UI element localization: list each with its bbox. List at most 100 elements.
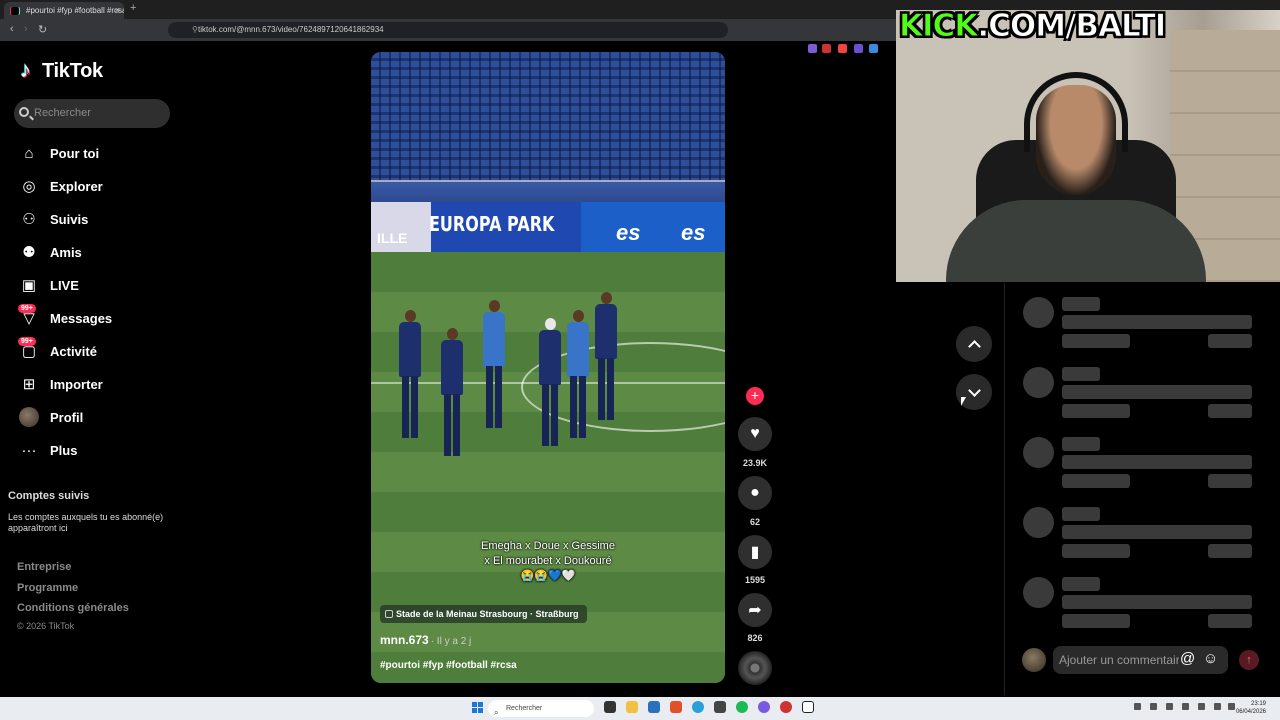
previous-video-button[interactable]	[956, 326, 992, 362]
player-figure	[399, 310, 421, 440]
comment-input[interactable]	[1059, 651, 1179, 669]
arrow-up-icon: ↑	[1246, 654, 1252, 666]
emoji-icon[interactable]: ☺	[1203, 650, 1218, 667]
comment-input-box[interactable]: @ ☺	[1053, 646, 1228, 674]
sidebar-item-label: Pour toi	[50, 145, 100, 161]
app-icon[interactable]	[758, 701, 770, 713]
send-comment-button[interactable]: ↑	[1239, 650, 1259, 670]
upload-icon: ⊞	[22, 376, 36, 393]
tray-icon[interactable]	[1182, 703, 1189, 710]
chevron-down-icon	[967, 383, 981, 397]
forward-icon[interactable]: ›	[24, 23, 28, 35]
comment-bubble-icon: ●	[750, 484, 760, 501]
sidebar-item-pour-toi[interactable]: ⌂ Pour toi	[18, 139, 178, 167]
save-button[interactable]: ▮	[738, 535, 772, 569]
logo-text: TikTok	[42, 60, 103, 82]
player-figure	[567, 310, 589, 440]
tray-icon[interactable]	[1166, 703, 1173, 710]
sidebar-item-label: Activité	[50, 343, 97, 359]
footer-link-conditions[interactable]: Conditions générales	[17, 602, 129, 614]
sidebar-item-importer[interactable]: ⊞ Importer	[18, 370, 178, 398]
url-text: tiktok.com/@mnn.673/video/76248971206418…	[198, 25, 384, 34]
streamer-body	[946, 200, 1206, 282]
new-tab-button[interactable]: +	[130, 2, 136, 14]
address-bar[interactable]: ⚲ tiktok.com/@mnn.673/video/762489712064…	[168, 22, 728, 38]
footer-link-programme[interactable]: Programme	[17, 582, 78, 594]
notion-icon[interactable]	[802, 701, 814, 713]
follow-button[interactable]: +	[746, 387, 764, 405]
sidebar-item-explorer[interactable]: ◎ Explorer	[18, 172, 178, 200]
comment-button[interactable]: ●	[738, 476, 772, 510]
comment-skeleton	[1023, 367, 1263, 427]
tab-close-icon[interactable]: ×	[115, 2, 120, 19]
windows-start-icon[interactable]	[472, 702, 483, 713]
more-icon: ···	[21, 441, 37, 459]
extension-icon[interactable]	[869, 44, 878, 53]
share-button[interactable]: ➦	[738, 593, 772, 627]
webcam-overlay	[896, 10, 1280, 282]
copyright: © 2026 TikTok	[17, 621, 75, 631]
sidebar-item-label: Plus	[50, 442, 78, 458]
sidebar-item-amis[interactable]: ⚉ Amis	[18, 238, 178, 266]
clock-time: 23:19	[1250, 701, 1266, 707]
taskbar-search[interactable]: ⌕ Rechercher	[488, 700, 594, 717]
notification-badge: 99+	[18, 337, 36, 346]
app-icon[interactable]	[648, 701, 660, 713]
extension-icon[interactable]	[838, 44, 847, 53]
brave-icon[interactable]	[670, 701, 682, 713]
location-tag[interactable]: Stade de la Meinau Strasbourg · Straßbur…	[380, 605, 587, 623]
tray-icon[interactable]	[1228, 703, 1235, 710]
search-bar[interactable]	[14, 99, 170, 128]
mention-icon[interactable]: @	[1180, 650, 1195, 667]
telegram-icon[interactable]	[692, 701, 704, 713]
app-icon[interactable]	[780, 701, 792, 713]
footer-link-entreprise[interactable]: Entreprise	[17, 561, 71, 573]
file-explorer-icon[interactable]	[626, 701, 638, 713]
author-name[interactable]: mnn.673	[380, 633, 429, 647]
reload-icon[interactable]: ↻	[38, 23, 47, 36]
search-input[interactable]	[34, 104, 164, 122]
video-author[interactable]: mnn.673 · Il y a 2 j	[380, 633, 471, 647]
avatar	[19, 407, 39, 427]
sidebar-item-messages[interactable]: ▽ 99+ Messages	[18, 304, 178, 332]
music-disc-icon[interactable]	[738, 651, 772, 685]
search-icon[interactable]	[19, 107, 29, 117]
sidebar-item-plus[interactable]: ··· Plus	[18, 436, 178, 464]
video-player[interactable]: ILLE EUROPA PARK es es Emegha x Doue x G…	[371, 52, 725, 683]
sidebar-item-profil[interactable]: Profil	[18, 403, 178, 431]
tray-icon[interactable]	[1134, 703, 1141, 710]
video-caption: Emegha x Doue x Gessime x El mourabet x …	[371, 539, 725, 584]
share-count: 826	[747, 633, 763, 643]
caption-line: x El mourabet x Doukouré	[484, 555, 612, 567]
extension-icon[interactable]	[822, 44, 831, 53]
comment-skeleton	[1023, 297, 1263, 357]
site-info-icon[interactable]: ⚲	[192, 22, 198, 38]
extension-icon[interactable]	[808, 44, 817, 53]
app-icon[interactable]	[714, 701, 726, 713]
video-hashtags[interactable]: #pourtoi #fyp #football #rcsa	[380, 660, 517, 671]
spotify-icon[interactable]	[736, 701, 748, 713]
bookmark-icon: ▮	[750, 544, 760, 561]
compass-icon: ◎	[22, 178, 36, 195]
taskbar-clock[interactable]: 23:19 06/04/2026	[1236, 700, 1266, 716]
user-follow-icon: ⚇	[22, 211, 36, 228]
headset	[1024, 72, 1128, 152]
tray-icon[interactable]	[1198, 703, 1205, 710]
task-view-icon[interactable]	[604, 701, 616, 713]
tray-icon[interactable]	[1150, 703, 1157, 710]
sidebar-item-live[interactable]: ▣ LIVE	[18, 271, 178, 299]
comment-skeleton	[1023, 507, 1263, 567]
screen: #pourtoi #fyp #football #rcsa × + ‹ › ↻ …	[0, 0, 1280, 720]
ad-text: es	[616, 220, 641, 245]
tiktok-logo[interactable]: TikTok	[20, 57, 103, 83]
sidebar-item-suivis[interactable]: ⚇ Suivis	[18, 205, 178, 233]
sidebar-item-activite[interactable]: ▢ 99+ Activité	[18, 337, 178, 365]
browser-tab[interactable]: #pourtoi #fyp #football #rcsa ×	[4, 2, 124, 19]
followed-accounts-heading: Comptes suivis	[8, 490, 90, 502]
clock-date: 06/04/2026	[1235, 709, 1266, 715]
activity-icon: ▢ 99+	[18, 337, 40, 362]
extension-icon[interactable]	[854, 44, 863, 53]
tray-icon[interactable]	[1214, 703, 1221, 710]
back-icon[interactable]: ‹	[10, 23, 14, 35]
like-button[interactable]: ♥	[738, 417, 772, 451]
